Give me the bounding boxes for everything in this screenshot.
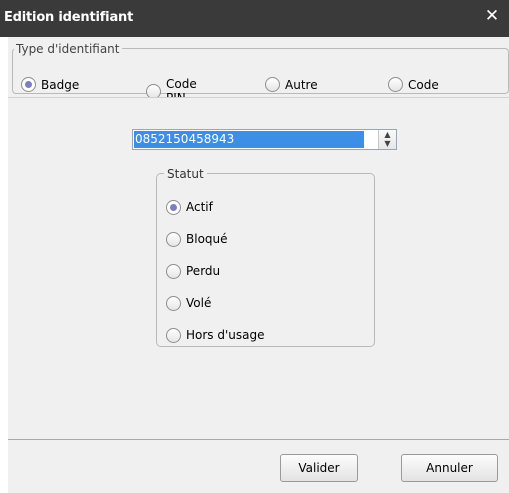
radio-autre-indicator[interactable] [265, 77, 280, 92]
spinner-buttons[interactable]: ▲ ▼ [378, 130, 396, 149]
radio-hors-usage-label: Hors d'usage [186, 328, 265, 342]
radio-vole[interactable]: Volé [166, 287, 265, 319]
type-identifiant-group: Badge Code PIN Autre Code Type d'identif… [8, 37, 509, 105]
radio-autre[interactable]: Autre [265, 77, 318, 92]
radio-hors-usage[interactable]: Hors d'usage [166, 319, 265, 351]
radio-autre-label: Autre [285, 77, 318, 92]
left-border [0, 37, 8, 493]
radio-bloque-label: Bloqué [186, 232, 228, 246]
window-title: Edition identifiant [4, 10, 134, 25]
radio-badge-label: Badge [41, 77, 80, 92]
radio-actif-label: Actif [186, 200, 213, 214]
statut-radio-list: Actif Bloqué Perdu Volé Hors d'usage [166, 191, 265, 351]
statut-legend: Statut [164, 167, 207, 181]
spin-up-icon[interactable]: ▲ [379, 130, 396, 139]
radio-badge[interactable]: Badge [21, 77, 79, 92]
close-icon[interactable]: ✕ [483, 7, 501, 25]
dialog-footer: Valider Annuler [8, 440, 509, 493]
dialog-window: Edition identifiant ✕ Badge Code PIN Aut… [0, 0, 509, 493]
identifier-spinbox[interactable]: 0852150458943 ▲ ▼ [132, 129, 397, 150]
radio-bloque-indicator[interactable] [166, 231, 181, 247]
radio-bloque[interactable]: Bloqué [166, 223, 265, 255]
cancel-button[interactable]: Annuler [401, 454, 498, 482]
radio-badge-indicator[interactable] [21, 77, 36, 92]
type-identifiant-legend: Type d'identifiant [14, 42, 122, 56]
radio-code-label: Code [408, 77, 439, 92]
radio-actif-indicator[interactable] [166, 199, 181, 215]
identifier-value[interactable]: 0852150458943 [134, 131, 364, 148]
radio-code-indicator[interactable] [388, 77, 403, 92]
radio-perdu-label: Perdu [186, 264, 221, 278]
title-bar: Edition identifiant ✕ [0, 0, 509, 37]
radio-perdu[interactable]: Perdu [166, 255, 265, 287]
radio-vole-indicator[interactable] [166, 295, 181, 311]
radio-perdu-indicator[interactable] [166, 263, 181, 279]
validate-button[interactable]: Valider [280, 454, 358, 482]
content-panel: 0852150458943 ▲ ▼ Statut Actif Bloqué Pe… [8, 97, 509, 440]
radio-hors-usage-indicator[interactable] [166, 327, 181, 343]
radio-code[interactable]: Code [388, 77, 439, 92]
spin-down-icon[interactable]: ▼ [379, 139, 396, 148]
radio-vole-label: Volé [186, 296, 212, 310]
radio-actif[interactable]: Actif [166, 191, 265, 223]
